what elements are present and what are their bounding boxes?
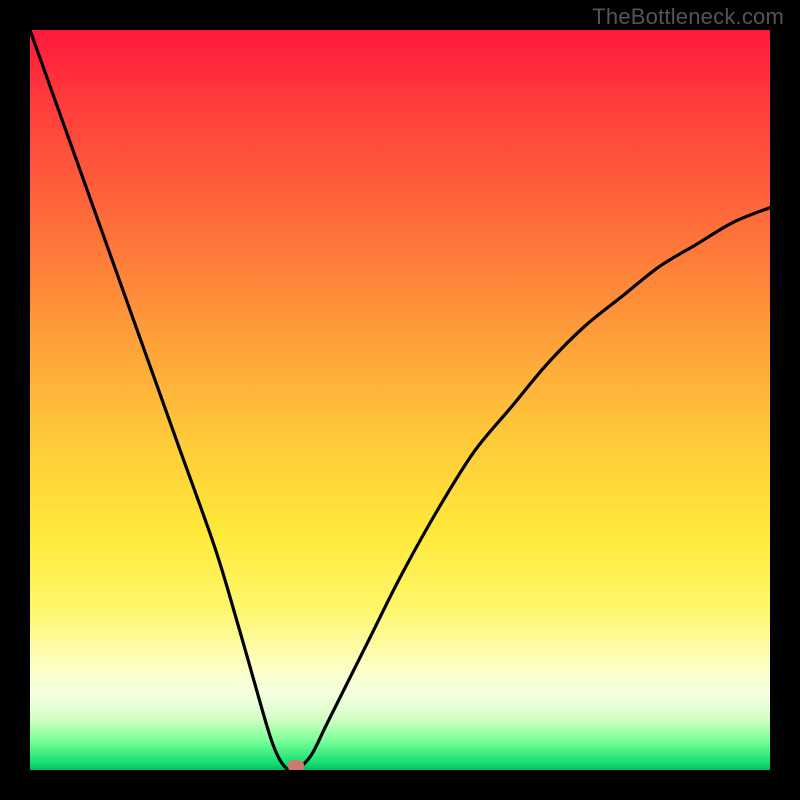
watermark-text: TheBottleneck.com xyxy=(592,4,784,30)
chart-plot-area xyxy=(30,30,770,770)
optimum-marker xyxy=(288,760,304,770)
bottleneck-curve xyxy=(30,30,770,770)
